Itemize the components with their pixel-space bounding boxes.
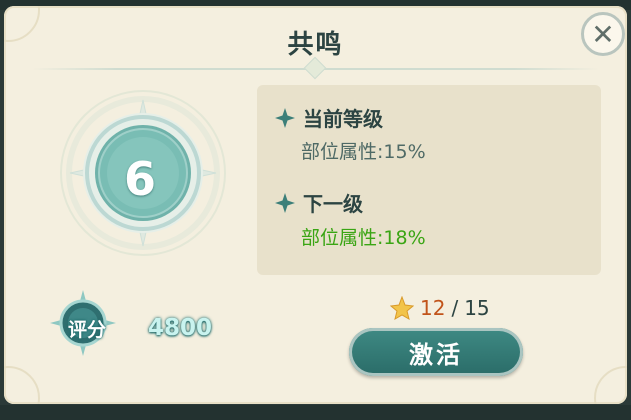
next-level-heading: 下一级: [303, 192, 363, 216]
dialog-title: 共鸣: [287, 30, 344, 60]
current-level-value: 部位属性:15%: [301, 141, 426, 163]
next-level-value: 部位属性:18%: [301, 227, 426, 249]
close-button[interactable]: ✕: [581, 12, 625, 56]
cost-required: 15: [464, 296, 490, 320]
cost-owned: 12: [420, 296, 446, 320]
sparkle-icon: [275, 107, 295, 128]
cost-separator: /: [451, 296, 459, 320]
next-level-heading-row: 下一级: [275, 188, 363, 217]
resonance-dialog: 共鸣 6 ✕ 当前等级 部位属性:15% 下一级 部位属性:18% 评分 480…: [4, 6, 627, 404]
current-level-heading: 当前等级: [303, 107, 383, 131]
activation-cost: 12/15: [390, 296, 490, 320]
corner-ornament: [594, 366, 627, 404]
current-level-heading-row: 当前等级: [275, 103, 383, 132]
star-icon: [390, 296, 414, 320]
score-label: 评分: [68, 319, 107, 341]
level-info-panel: 当前等级 部位属性:15% 下一级 部位属性:18%: [257, 85, 601, 275]
score-value: 4800: [148, 315, 213, 341]
game-frame: 共鸣 6 ✕ 当前等级 部位属性:15% 下一级 部位属性:18% 评分 480…: [0, 0, 631, 420]
resonance-level-number: 6: [123, 152, 156, 206]
sparkle-icon: [275, 192, 295, 213]
bottom-background-strip: [0, 405, 631, 420]
corner-ornament: [4, 366, 40, 404]
score-display: 评分 4800: [48, 288, 248, 368]
activate-button[interactable]: 激活: [349, 328, 523, 376]
close-icon: ✕: [591, 17, 615, 51]
